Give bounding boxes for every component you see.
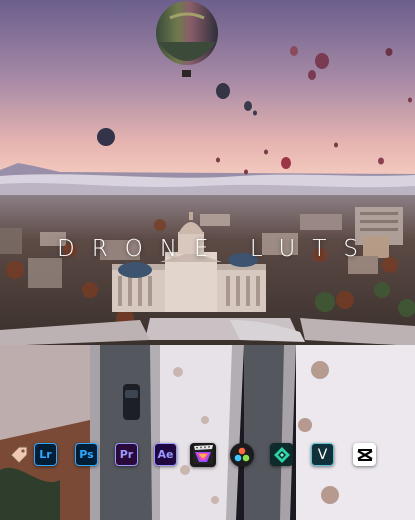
final-cut-pro-icon <box>190 443 216 467</box>
davinci-resolve-icon <box>230 443 254 467</box>
after-effects-icon: Ae <box>154 443 177 466</box>
car <box>123 384 140 420</box>
lut-tag-icon <box>7 443 30 466</box>
after-effects-label: Ae <box>157 448 174 461</box>
lightroom-icon: Lr <box>34 443 57 466</box>
drone-luts-promo: DRONE LUTS Lr Ps Pr Ae V <box>0 0 415 520</box>
vegas-pro-icon: V <box>311 443 334 466</box>
software-icon-bar: Lr Ps Pr Ae V <box>0 439 415 471</box>
capcut-icon <box>353 443 376 466</box>
photoshop-label: Ps <box>79 448 94 461</box>
vegas-pro-label: V <box>317 446 328 463</box>
filmora-icon <box>270 443 293 466</box>
lightroom-label: Lr <box>39 448 52 461</box>
premiere-pro-icon: Pr <box>115 443 138 466</box>
snowy-median <box>160 345 232 520</box>
photoshop-icon: Ps <box>75 443 98 466</box>
title-overlay: DRONE LUTS <box>57 236 375 262</box>
premiere-pro-label: Pr <box>119 448 134 461</box>
